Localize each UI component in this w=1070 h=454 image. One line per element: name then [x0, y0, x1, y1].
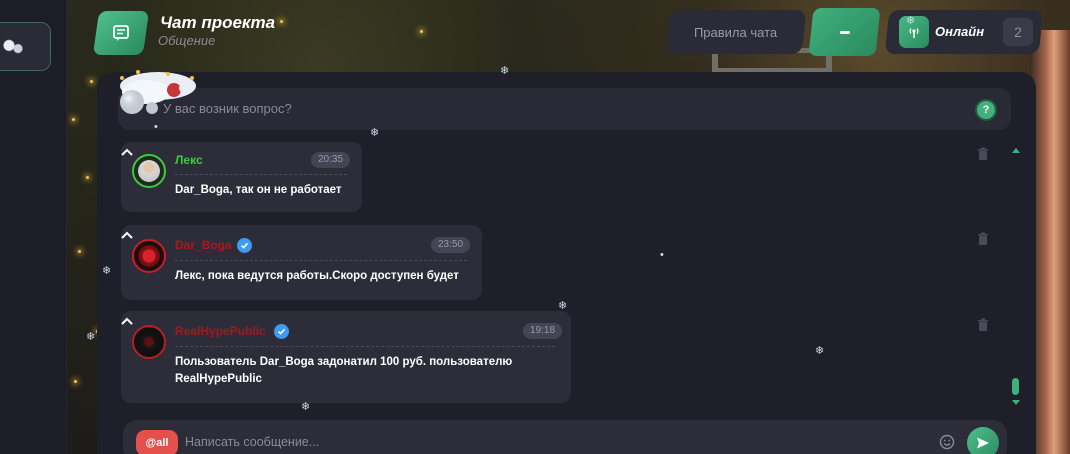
avatar[interactable]: [132, 154, 166, 188]
message-text: Пользователь Dar_Boga задонатил 100 руб.…: [175, 356, 513, 385]
chat-rules-button[interactable]: Правила чата: [665, 10, 807, 54]
chat-header-icon: [92, 11, 150, 55]
page-subtitle: Общение: [158, 33, 216, 48]
avatar[interactable]: [132, 239, 166, 273]
send-icon: [977, 437, 989, 449]
message-time: 20:35: [311, 152, 351, 168]
background-figure: [1030, 30, 1070, 454]
message-divider: [175, 260, 467, 261]
chat-icon: [113, 25, 129, 41]
snowflake-icon: •: [154, 121, 158, 133]
snowflake-icon: ❄: [86, 331, 96, 343]
message-username[interactable]: RealHypePublic: [175, 324, 266, 338]
message-text: Лекс, пока ведутся работы.Скоро доступен…: [175, 270, 459, 282]
online-label: Онлайн: [935, 24, 985, 39]
snowflake-icon: ❄: [370, 127, 380, 139]
snowflake-icon: ❄: [500, 65, 510, 77]
left-sidebar: [0, 0, 67, 454]
message-username[interactable]: Dar_Boga: [175, 238, 232, 252]
chat-message: Dar_Boga 23:50 Лекс, пока ведутся работы…: [121, 225, 482, 300]
sidebar-tile[interactable]: [0, 22, 51, 71]
snowflake-icon: ❄: [558, 300, 568, 312]
message-divider: [175, 174, 347, 175]
minus-icon: [839, 30, 850, 34]
scroll-up-icon[interactable]: [1011, 146, 1021, 154]
collapse-caret-icon[interactable]: [121, 148, 133, 156]
snowflake-icon: ❄: [815, 345, 825, 357]
chat-message: RealHypePublic 19:18 Пользователь Dar_Bo…: [121, 311, 571, 403]
trash-icon[interactable]: [977, 147, 989, 161]
message-time: 19:18: [523, 323, 563, 339]
chat-rules-label: Правила чата: [694, 24, 778, 40]
online-count: 2: [1003, 18, 1033, 46]
snowflake-icon: ❄: [102, 265, 112, 277]
trash-icon[interactable]: [977, 232, 989, 246]
snowflake-icon: ❄: [906, 15, 916, 27]
scroll-down-icon[interactable]: [1011, 399, 1021, 407]
message-username[interactable]: Лекс: [175, 153, 203, 167]
collapse-chat-button[interactable]: [808, 8, 881, 56]
message-composer: @all: [123, 420, 1007, 454]
verified-icon: [274, 324, 289, 339]
mention-all-button[interactable]: @all: [136, 430, 178, 454]
chat-message: Лекс 20:35 Dar_Boga, так он не работает: [121, 142, 362, 212]
verified-icon: [237, 238, 252, 253]
collapse-caret-icon[interactable]: [121, 231, 133, 239]
message-text: Dar_Boga, так он не работает: [175, 184, 342, 196]
snowflake-icon: ❄: [301, 401, 311, 413]
smile-icon[interactable]: [939, 434, 955, 450]
page-title: Чат проекта: [160, 13, 276, 32]
ornament-decoration: [3, 39, 23, 55]
scrollbar-thumb[interactable]: [1012, 378, 1019, 395]
help-icon[interactable]: ?: [975, 99, 997, 121]
snow-ornament-decoration: [120, 70, 196, 114]
faq-bar[interactable]: У вас возник вопрос? ?: [118, 88, 1011, 130]
trash-icon[interactable]: [977, 318, 989, 332]
message-divider: [175, 346, 555, 347]
collapse-caret-icon[interactable]: [121, 317, 133, 325]
send-button[interactable]: [967, 427, 999, 454]
message-time: 23:50: [431, 237, 471, 253]
avatar[interactable]: [132, 325, 166, 359]
message-input[interactable]: [185, 429, 925, 454]
snowflake-icon: •: [660, 249, 664, 261]
